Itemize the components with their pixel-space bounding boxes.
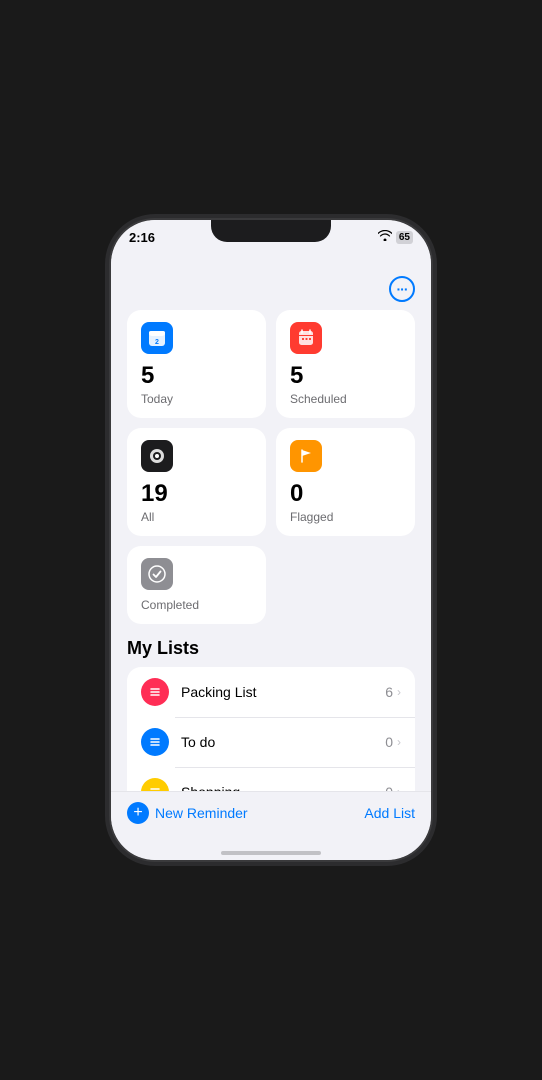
todo-chevron: ›: [397, 735, 401, 749]
smart-card-all[interactable]: 19 All: [127, 428, 266, 536]
smart-lists-grid: 2 5 Today: [127, 310, 415, 536]
new-reminder-label: New Reminder: [155, 805, 248, 821]
shopping-info: Shopping: [181, 784, 385, 791]
todo-name: To do: [181, 734, 385, 750]
today-label: Today: [141, 392, 252, 406]
more-icon: ···: [397, 281, 408, 297]
flagged-label: Flagged: [290, 510, 401, 524]
svg-text:2: 2: [155, 339, 159, 346]
smart-card-scheduled[interactable]: 5 Scheduled: [276, 310, 415, 418]
phone-frame: 2:16 65 ···: [111, 220, 431, 860]
list-item-packing[interactable]: Packing List 6 ›: [127, 667, 415, 717]
all-count: 19: [141, 480, 252, 508]
status-bar: 2:16 65: [111, 220, 431, 264]
shopping-icon: [141, 778, 169, 791]
smart-card-flagged[interactable]: 0 Flagged: [276, 428, 415, 536]
notch: [211, 220, 331, 242]
list-item-shopping[interactable]: Shopping 0 ›: [127, 767, 415, 791]
status-icons: 65: [378, 230, 413, 244]
main-content: ··· 2 5 T: [111, 264, 431, 791]
completed-icon: [141, 558, 173, 590]
scheduled-icon: [290, 322, 322, 354]
packing-chevron: ›: [397, 685, 401, 699]
home-bar: [111, 840, 431, 860]
phone-screen: 2:16 65 ···: [111, 220, 431, 860]
shopping-chevron: ›: [397, 785, 401, 791]
packing-info: Packing List: [181, 684, 385, 700]
all-label: All: [141, 510, 252, 524]
todo-info: To do: [181, 734, 385, 750]
shopping-right: 0 ›: [385, 784, 401, 791]
today-icon: 2: [141, 322, 173, 354]
wifi-icon: [378, 230, 392, 244]
todo-count: 0: [385, 734, 393, 750]
battery-icon: 65: [396, 231, 413, 244]
all-icon: [141, 440, 173, 472]
scheduled-label: Scheduled: [290, 392, 401, 406]
shopping-count: 0: [385, 784, 393, 791]
packing-name: Packing List: [181, 684, 385, 700]
today-count: 5: [141, 362, 252, 390]
lists-card: Packing List 6 ›: [127, 667, 415, 791]
plus-icon: +: [127, 802, 149, 824]
add-list-button[interactable]: Add List: [364, 805, 415, 821]
todo-icon: [141, 728, 169, 756]
home-indicator: [221, 851, 321, 855]
footer: + New Reminder Add List: [111, 791, 431, 840]
list-item-todo[interactable]: To do 0 ›: [127, 717, 415, 767]
shopping-name: Shopping: [181, 784, 385, 791]
my-lists-title: My Lists: [127, 638, 415, 659]
todo-right: 0 ›: [385, 734, 401, 750]
more-button[interactable]: ···: [389, 276, 415, 302]
status-time: 2:16: [129, 230, 155, 245]
packing-right: 6 ›: [385, 684, 401, 700]
packing-count: 6: [385, 684, 393, 700]
completed-label: Completed: [141, 598, 252, 612]
smart-card-today[interactable]: 2 5 Today: [127, 310, 266, 418]
scheduled-count: 5: [290, 362, 401, 390]
smart-card-completed[interactable]: Completed: [127, 546, 266, 624]
flagged-icon: [290, 440, 322, 472]
flagged-count: 0: [290, 480, 401, 508]
new-reminder-button[interactable]: + New Reminder: [127, 802, 248, 824]
header-row: ···: [127, 272, 415, 310]
packing-icon: [141, 678, 169, 706]
